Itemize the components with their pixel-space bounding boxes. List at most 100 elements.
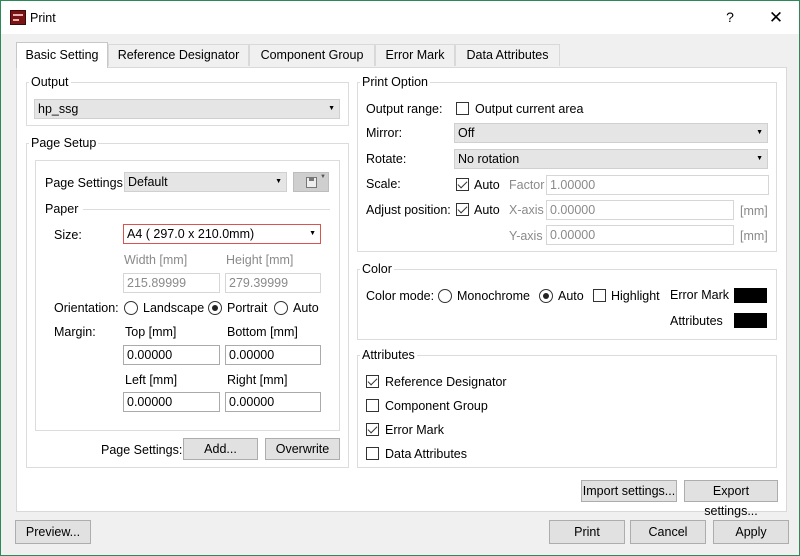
attr-component-group-label: Component Group (385, 399, 488, 413)
output-current-area-checkbox[interactable] (456, 102, 469, 115)
page-setup-group-label: Page Setup (29, 136, 99, 150)
paper-height-field[interactable]: 279.39999 (225, 273, 321, 293)
x-axis-field[interactable]: 0.00000 (546, 200, 734, 220)
orientation-landscape-label: Landscape (143, 301, 205, 315)
rotate-label: Rotate: (366, 152, 407, 166)
chevron-down-icon: ▼ (756, 129, 763, 136)
scale-factor-field[interactable]: 1.00000 (546, 175, 769, 195)
color-group-label: Color (360, 262, 394, 276)
print-button[interactable]: Print (549, 520, 625, 544)
y-axis-unit: [mm] (740, 229, 768, 243)
color-mode-label: Color mode: (366, 289, 435, 303)
margin-bottom-label: Bottom [mm] (227, 325, 298, 339)
add-page-settings-button[interactable]: Add... (183, 438, 258, 460)
x-axis-unit: [mm] (740, 204, 768, 218)
paper-divider (83, 209, 330, 210)
width-label: Width [mm] (124, 253, 188, 267)
page-setup-inner-frame (35, 160, 340, 431)
cancel-button[interactable]: Cancel (630, 520, 706, 544)
tab-error-mark[interactable]: Error Mark (375, 44, 455, 66)
tab-reference-designator[interactable]: Reference Designator (108, 44, 249, 66)
attr-error-mark-checkbox[interactable] (366, 423, 379, 436)
margin-top-label: Top [mm] (125, 325, 177, 339)
factor-label: Factor (509, 178, 545, 192)
output-group-label: Output (29, 75, 71, 89)
highlight-label: Highlight (611, 289, 660, 303)
tab-data-attributes[interactable]: Data Attributes (455, 44, 560, 66)
print-option-group-label: Print Option (360, 75, 431, 89)
attributes-color-swatch[interactable] (734, 313, 767, 328)
margin-left-field[interactable]: 0.00000 (123, 392, 220, 412)
margin-label: Margin: (54, 325, 96, 339)
export-settings-button[interactable]: Export settings... (684, 480, 778, 518)
color-group (357, 269, 777, 340)
attr-reference-designator-label: Reference Designator (385, 375, 507, 389)
app-icon (10, 10, 26, 25)
output-current-area-label: Output current area (475, 102, 584, 116)
paper-label: Paper (45, 202, 79, 216)
chevron-down-icon: ▼ (328, 105, 335, 112)
color-monochrome-label: Monochrome (457, 289, 530, 303)
paper-size-value: A4 ( 297.0 x 210.0mm) (127, 227, 255, 241)
margin-left-label: Left [mm] (125, 373, 178, 387)
margin-right-field[interactable]: 0.00000 (225, 392, 321, 412)
tab-component-group[interactable]: Component Group (249, 44, 375, 66)
chevron-down-icon: ▼ (756, 155, 763, 162)
apply-button[interactable]: Apply (713, 520, 789, 544)
output-printer-select[interactable]: hp_ssg ▼ (34, 99, 340, 119)
rotate-select[interactable]: No rotation ▼ (454, 149, 768, 169)
chevron-down-icon: ▼ (309, 230, 316, 237)
save-page-settings-button[interactable]: ▼ (293, 172, 329, 192)
error-mark-color-label: Error Mark (670, 288, 730, 302)
scale-label: Scale: (366, 177, 401, 191)
orientation-landscape-radio[interactable] (124, 301, 138, 315)
rotate-value: No rotation (458, 152, 520, 166)
orientation-portrait-radio[interactable] (208, 301, 222, 315)
color-auto-label: Auto (558, 289, 584, 303)
output-range-label: Output range: (366, 102, 443, 116)
window-title: Print (30, 11, 56, 25)
orientation-auto-radio[interactable] (274, 301, 288, 315)
color-auto-radio[interactable] (539, 289, 553, 303)
page-settings-label: Page Settings: (45, 176, 127, 190)
error-mark-color-swatch[interactable] (734, 288, 767, 303)
page-settings-value: Default (128, 175, 168, 189)
chevron-down-icon: ▼ (320, 174, 326, 180)
margin-top-field[interactable]: 0.00000 (123, 345, 220, 365)
mirror-select[interactable]: Off ▼ (454, 123, 768, 143)
paper-size-select[interactable]: A4 ( 297.0 x 210.0mm) ▼ (123, 224, 321, 244)
size-label: Size: (54, 228, 82, 242)
margin-right-label: Right [mm] (227, 373, 288, 387)
highlight-checkbox[interactable] (593, 289, 606, 302)
scale-auto-label: Auto (474, 178, 500, 192)
adjust-position-label: Adjust position: (366, 203, 451, 217)
x-axis-label: X-axis (509, 203, 544, 217)
adjust-auto-checkbox[interactable] (456, 203, 469, 216)
adjust-auto-label: Auto (474, 203, 500, 217)
attributes-color-label: Attributes (670, 314, 723, 328)
print-dialog: Print ? ✕ Basic Setting Reference Design… (0, 0, 800, 556)
attr-data-attributes-label: Data Attributes (385, 447, 467, 461)
scale-auto-checkbox[interactable] (456, 178, 469, 191)
title-bar: Print ? ✕ (1, 1, 799, 34)
tab-basic-setting[interactable]: Basic Setting (16, 42, 108, 68)
paper-width-field[interactable]: 215.89999 (123, 273, 220, 293)
page-settings-select[interactable]: Default ▼ (124, 172, 287, 192)
y-axis-field[interactable]: 0.00000 (546, 225, 734, 245)
chevron-down-icon: ▼ (275, 178, 282, 185)
margin-bottom-field[interactable]: 0.00000 (225, 345, 321, 365)
orientation-portrait-label: Portrait (227, 301, 268, 315)
close-button[interactable]: ✕ (753, 1, 799, 34)
attr-data-attributes-checkbox[interactable] (366, 447, 379, 460)
output-printer-value: hp_ssg (38, 102, 79, 116)
attr-component-group-checkbox[interactable] (366, 399, 379, 412)
attr-error-mark-label: Error Mark (385, 423, 445, 437)
import-settings-button[interactable]: Import settings... (581, 480, 677, 502)
help-button[interactable]: ? (707, 1, 753, 34)
overwrite-page-settings-button[interactable]: Overwrite (265, 438, 340, 460)
mirror-value: Off (458, 126, 475, 140)
color-monochrome-radio[interactable] (438, 289, 452, 303)
preview-button[interactable]: Preview... (15, 520, 91, 544)
attr-reference-designator-checkbox[interactable] (366, 375, 379, 388)
orientation-label: Orientation: (54, 301, 119, 315)
